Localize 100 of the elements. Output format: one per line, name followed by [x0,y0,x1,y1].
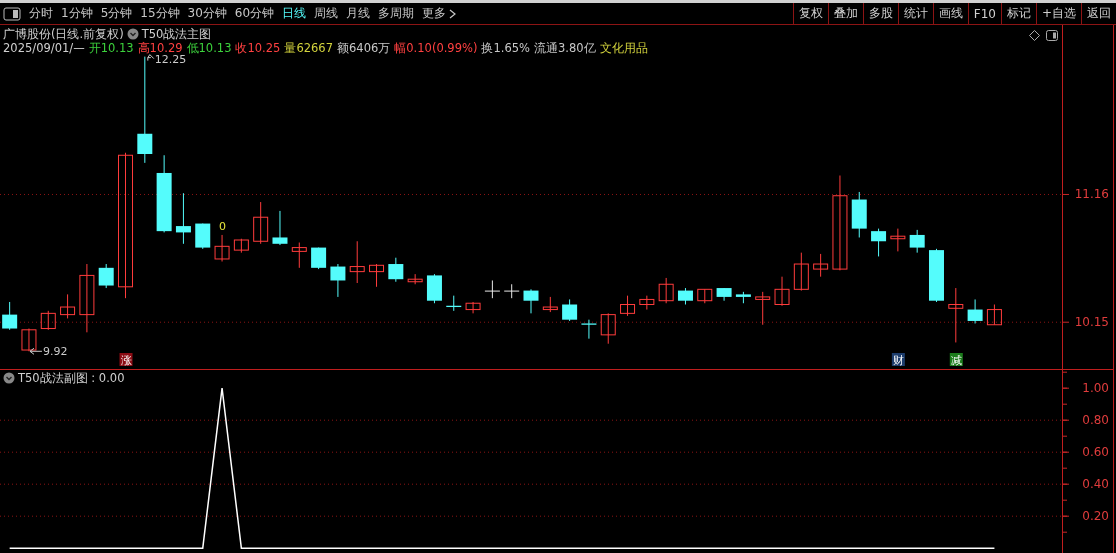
candlestick [214,234,230,262]
candlestick [369,263,385,288]
candlestick [523,288,539,314]
quote-field: 文化用品 [599,41,648,55]
toolbar-button[interactable]: 叠加 [827,3,863,24]
dropdown-icon[interactable] [3,372,15,384]
toolbar-button[interactable]: F10 [967,3,1001,24]
arrow-icon [147,54,155,62]
quote-field: 高10.29 [137,41,183,55]
period-tab[interactable]: 分时 [25,3,57,24]
candlestick [2,301,18,331]
axis-label: 0.20 [1082,509,1109,524]
candlestick [330,263,346,298]
quote-field: 幅0.10(0.99%) [394,41,478,55]
quote-field: 流通3.80亿 [533,41,596,55]
candlestick [175,192,191,245]
quote-field: 换1.65% [481,41,530,55]
candlestick [851,191,867,238]
candlestick [793,252,809,292]
candlestick [60,293,76,319]
indicator-name: T50战法副图 : 0.00 [18,371,125,385]
candlestick [311,247,327,270]
candlestick [967,298,983,324]
candlestick [446,295,462,312]
period-tab[interactable]: 1分钟 [57,3,97,24]
period-tab[interactable]: 更多 [418,3,461,24]
toolbar-button[interactable]: 多股 [862,3,898,24]
axis-label: 0.40 [1082,477,1109,492]
axis-label: 11.16 [1074,187,1109,202]
axis-label: 1.00 [1082,381,1109,396]
candlestick [79,263,95,333]
toolbar-button[interactable]: +自选 [1035,3,1081,24]
toolbar-button[interactable]: 画线 [932,3,968,24]
candlestick [465,301,481,314]
period-tab[interactable]: 月线 [342,3,375,24]
candlestick [658,277,674,304]
quote-field: 低10.13 [186,41,232,55]
candlestick [948,287,964,343]
candlestick [98,263,114,289]
candlestick [253,201,269,245]
candlestick [813,253,829,278]
candlestick [890,228,906,252]
event-tag: 涨 [119,353,133,367]
period-tab[interactable]: 60分钟 [230,3,279,24]
candlestick [272,210,288,246]
axis-label: 0.80 [1082,413,1109,428]
diamond-icon[interactable] [1029,30,1040,41]
indicator-name: T50战法主图 [141,27,212,41]
stock-title: 广博股份(日线.前复权) [3,27,124,41]
period-tab[interactable]: 30分钟 [183,3,231,24]
candlestick [697,288,713,304]
axis-label: 10.15 [1074,315,1109,330]
chevron-icon [449,8,457,19]
candlestick [639,295,655,311]
quote-field: 额6406万 [337,41,391,55]
candlestick [233,238,249,254]
candlestick [677,287,693,305]
low-price-label: 9.92 [42,345,68,359]
period-tab[interactable]: 15分钟 [136,3,184,24]
period-tab[interactable]: 周线 [310,3,343,24]
panel-toggle-icon[interactable] [3,6,21,21]
candlestick [600,312,616,345]
period-tab[interactable]: 5分钟 [96,3,137,24]
quote-field: 量62667 [284,41,333,55]
candlestick [986,304,1002,326]
quote-field: 开10.13 [88,41,134,55]
toolbar-button[interactable]: 统计 [897,3,933,24]
quote-field: 收10.25 [235,41,281,55]
event-tag: 财 [891,353,905,367]
candlestick [484,279,500,299]
candlestick [871,228,887,257]
high-price-label: 12.25 [154,52,187,66]
toolbar-button[interactable]: 复权 [792,3,828,24]
candlestick [291,242,307,269]
toolbar-button[interactable]: 返回 [1081,3,1116,24]
candlestick [40,310,56,331]
candlestick [407,273,423,285]
candlestick [735,291,751,304]
candlestick [195,223,211,250]
axis-label: 0.60 [1082,445,1109,460]
candlestick [755,291,771,326]
period-tab[interactable]: 日线 [278,3,311,24]
candlestick [426,273,442,304]
candlestick [929,248,944,303]
candlestick [388,257,404,283]
panel-toggle-icon[interactable] [1046,30,1058,41]
quote-date: 2025/09/01/— [3,41,85,55]
candlestick [909,229,925,254]
dropdown-icon[interactable] [126,28,139,40]
candlestick [504,283,520,299]
candlestick [349,240,365,284]
candlestick [542,296,558,313]
signal-label: 0 [219,219,227,233]
candlestick [716,287,732,302]
toolbar-button[interactable]: 标记 [1000,3,1036,24]
period-tab[interactable]: 多周期 [374,3,419,24]
candlestick [620,295,636,317]
event-tag: 减 [949,353,963,367]
arrow-icon [29,347,43,355]
candlestick [21,328,37,352]
